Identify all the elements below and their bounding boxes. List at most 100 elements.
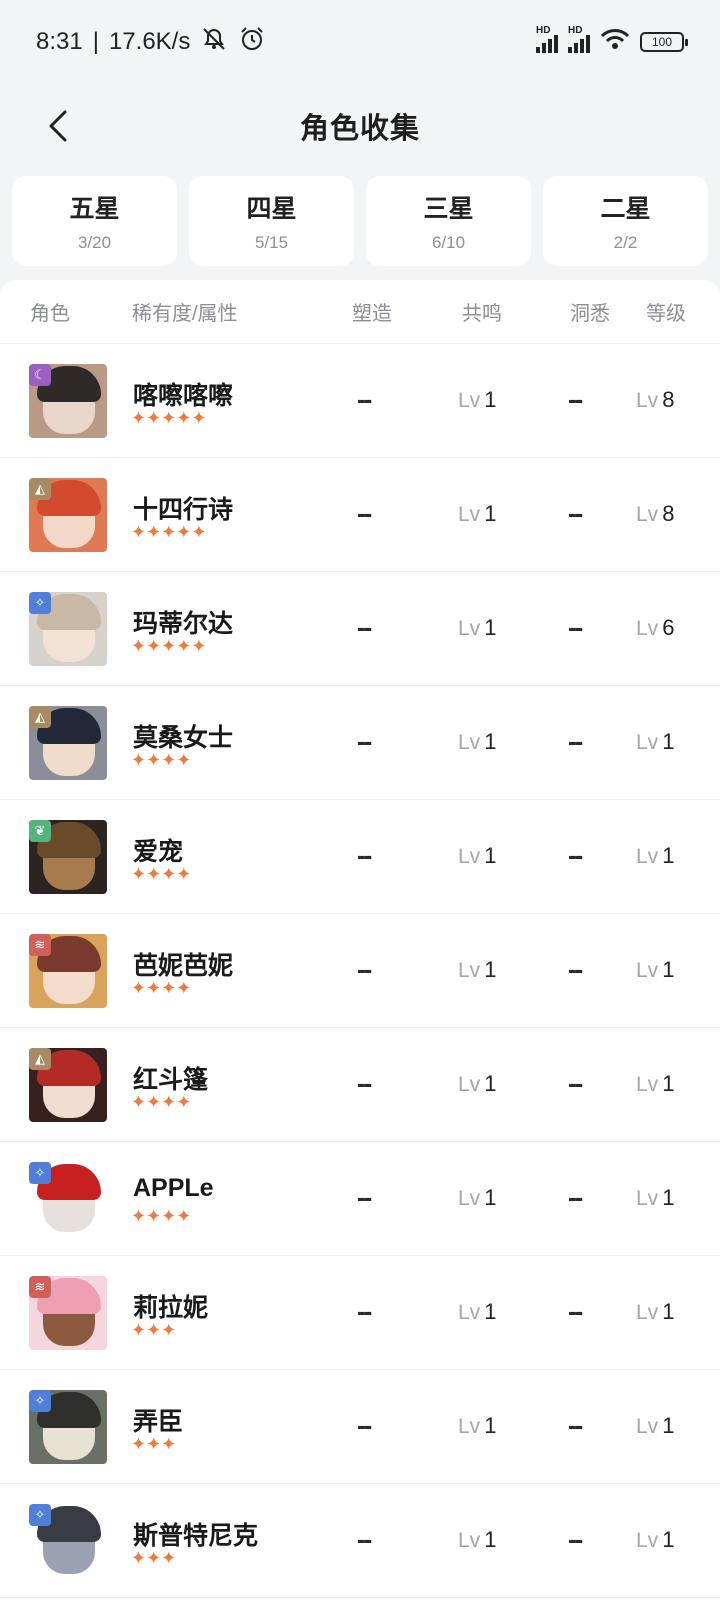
rarity-stars: ✦✦✦✦ [131,978,192,998]
rarity-stars: ✦✦✦✦✦ [131,636,207,656]
rarity-stars: ✦✦✦ [131,1434,177,1454]
table-row[interactable]: ✧ 弄臣 ✦✦✦ -- Lv 1 -- Lv 1 [0,1370,720,1484]
character-avatar: ◭ [29,706,107,780]
status-bar: 8:31 | 17.6K/s HD HD 100 [0,0,720,84]
header-role: 角色 [30,303,70,325]
rarity-stars: ✦✦✦✦ [131,750,192,770]
forge-value: -- [357,1296,372,1326]
resonance-level: Lv 1 [458,615,497,640]
table-row[interactable]: ◭ 十四行诗 ✦✦✦✦✦ -- Lv 1 -- Lv 8 [0,458,720,572]
chevron-left-icon [49,110,67,142]
table-row[interactable]: ✧ APPLe ✦✦✦✦ -- Lv 1 -- Lv 1 [0,1142,720,1256]
insight-value: -- [568,1410,583,1440]
rarity-stars: ✦✦✦✦ [131,864,192,884]
character-name: 弄臣 [133,1408,184,1436]
character-level: Lv 8 [636,501,675,526]
tab-five-star[interactable]: 五星 3/20 [12,176,177,266]
insight-value: -- [568,1182,583,1212]
header-forge: 塑造 [352,303,392,325]
separator: | [92,28,99,55]
rock-icon: ◭ [29,706,51,728]
character-name: 红斗篷 [133,1066,209,1094]
alarm-icon [238,26,266,59]
star-icon: ✧ [29,1504,51,1526]
insight-value: -- [568,954,583,984]
tab-two-star[interactable]: 二星 2/2 [543,176,708,266]
header-level: 等级 [646,303,686,325]
rarity-stars: ✦✦✦✦ [131,1206,192,1226]
table-row[interactable]: ◭ 莫桑女士 ✦✦✦✦ -- Lv 1 -- Lv 1 [0,686,720,800]
network-speed: 17.6K/s [108,28,191,55]
forge-value: -- [357,1068,372,1098]
character-level: Lv 1 [636,1071,675,1096]
forge-value: -- [357,726,372,756]
character-level: Lv 1 [636,729,675,754]
character-name: 斯普特尼克 [133,1522,259,1550]
forge-value: -- [357,498,372,528]
tab-three-star[interactable]: 三星 6/10 [366,176,531,266]
wave-icon: ≋ [29,1276,51,1298]
resonance-level: Lv 1 [458,1299,497,1324]
signal-1-icon: HD [536,25,558,53]
page-title: 角色收集 [299,113,420,145]
table-row[interactable]: ✧ 斯普特尼克 ✦✦✦ -- Lv 1 -- Lv 1 [0,1484,720,1598]
character-table: 角色 稀有度/属性 塑造 共鸣 洞悉 等级 ☾ 喀嚓喀嚓 ✦✦✦✦✦ -- Lv 1 -- L… [0,280,720,1600]
wave-icon: ≋ [29,934,51,956]
rock-icon: ◭ [29,478,51,500]
star-icon: ✧ [29,1390,51,1412]
insight-value: -- [568,1296,583,1326]
resonance-level: Lv 1 [458,1527,497,1552]
tab-four-star[interactable]: 四星 5/15 [189,176,354,266]
character-level: Lv 6 [636,615,675,640]
character-name: 芭妮芭妮 [133,952,234,980]
forge-value: -- [357,1524,372,1554]
character-avatar: ✧ [29,1504,107,1578]
character-name: 莉拉妮 [133,1294,209,1322]
resonance-level: Lv 1 [458,729,497,754]
character-level: Lv 1 [636,1413,675,1438]
signal-2-icon: HD [568,25,590,53]
forge-value: -- [357,1182,372,1212]
character-name: APPLe [133,1174,214,1202]
header-rarity: 稀有度/属性 [132,303,238,325]
rarity-stars: ✦✦✦ [131,1320,177,1340]
table-row[interactable]: ☾ 喀嚓喀嚓 ✦✦✦✦✦ -- Lv 1 -- Lv 8 [0,344,720,458]
star-icon: ✧ [29,592,51,614]
rarity-stars: ✦✦✦✦ [131,1092,192,1112]
table-body: ☾ 喀嚓喀嚓 ✦✦✦✦✦ -- Lv 1 -- Lv 8 ◭ 十四行诗 ✦✦✦✦✦ -- Lv 1 -- Lv 8… [0,344,720,1598]
back-button[interactable] [30,98,86,154]
wifi-icon [600,28,630,57]
character-avatar: ≋ [29,934,107,1008]
character-avatar: ◭ [29,478,107,552]
app-header: 角色收集 [0,84,720,168]
insight-value: -- [568,498,583,528]
insight-value: -- [568,840,583,870]
clock: 8:31 [36,28,83,55]
character-level: Lv 1 [636,1527,675,1552]
rock-icon: ◭ [29,1048,51,1070]
table-row[interactable]: ≋ 莉拉妮 ✦✦✦ -- Lv 1 -- Lv 1 [0,1256,720,1370]
character-avatar: ✧ [29,592,107,666]
character-level: Lv 1 [636,1185,675,1210]
character-name: 爱宠 [133,838,184,866]
table-row[interactable]: ≋ 芭妮芭妮 ✦✦✦✦ -- Lv 1 -- Lv 1 [0,914,720,1028]
character-name: 十四行诗 [133,496,234,524]
mute-notification-icon [200,26,228,59]
character-avatar: ☾ [29,364,107,438]
character-level: Lv 1 [636,957,675,982]
table-row[interactable]: ✧ 玛蒂尔达 ✦✦✦✦✦ -- Lv 1 -- Lv 6 [0,572,720,686]
resonance-level: Lv 1 [458,387,497,412]
forge-value: -- [357,840,372,870]
character-avatar: ◭ [29,1048,107,1122]
table-row[interactable]: ◭ 红斗篷 ✦✦✦✦ -- Lv 1 -- Lv 1 [0,1028,720,1142]
forge-value: -- [357,384,372,414]
forge-value: -- [357,612,372,642]
resonance-level: Lv 1 [458,501,497,526]
resonance-level: Lv 1 [458,1185,497,1210]
insight-value: -- [568,1068,583,1098]
table-row[interactable]: ❦ 爱宠 ✦✦✦✦ -- Lv 1 -- Lv 1 [0,800,720,914]
star-icon: ✧ [29,1162,51,1184]
character-avatar: ✧ [29,1390,107,1464]
character-level: Lv 8 [636,387,675,412]
character-name: 玛蒂尔达 [133,610,234,638]
